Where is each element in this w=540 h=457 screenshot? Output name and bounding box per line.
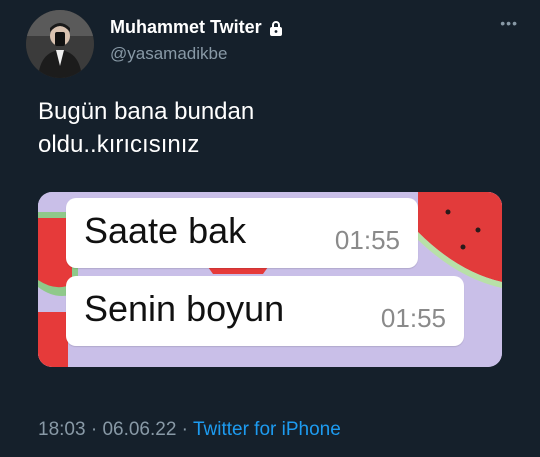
lock-icon (268, 20, 284, 36)
message-time: 01:55 (334, 225, 400, 255)
tweet-source-link[interactable]: Twitter for iPhone (193, 419, 341, 440)
tweet-media[interactable]: Saate bak 01:55 Senin boyun 01:55 (38, 192, 502, 367)
chat-message-bubble: Saate bak 01:55 (66, 198, 418, 268)
tweet-metadata: 18:03 · 06.06.22 · Twitter for iPhone (38, 419, 341, 441)
separator: · (176, 419, 193, 440)
author-handle[interactable]: @yasamadikbe (110, 44, 227, 64)
message-text: Saate bak (84, 210, 247, 251)
tweet-text-line: Bugün bana bundan (38, 98, 255, 125)
tweet-date[interactable]: 06.06.22 (102, 419, 176, 440)
tweet-text: Bugün bana bundan oldu..kırıcısınız (38, 95, 498, 161)
avatar[interactable] (26, 10, 94, 78)
message-time: 01:55 (380, 303, 446, 333)
separator: · (85, 419, 103, 440)
author-name[interactable]: Muhammet Twiter (110, 17, 262, 38)
chat-message-bubble: Senin boyun 01:55 (66, 276, 464, 346)
tweet-time[interactable]: 18:03 (38, 419, 86, 440)
tweet-text-line: oldu..kırıcısınız (38, 131, 200, 158)
message-text: Senin boyun (84, 288, 285, 329)
author-row: Muhammet Twiter (110, 17, 284, 38)
more-options-icon[interactable]: ••• (500, 15, 518, 31)
person-icon (26, 10, 94, 78)
